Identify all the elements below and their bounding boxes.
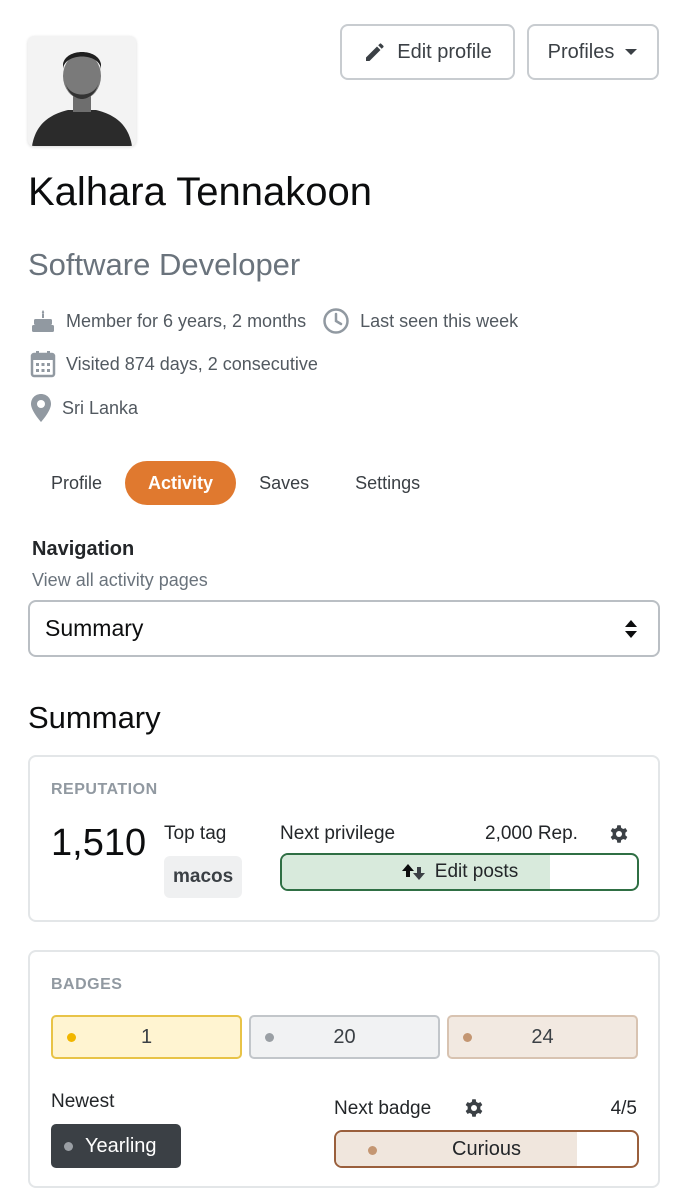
badges-label: BADGES bbox=[51, 976, 123, 993]
next-privilege-progress[interactable]: Edit posts bbox=[280, 853, 639, 891]
silver-badge-icon bbox=[265, 1033, 274, 1042]
profile-tabs: Profile Activity Saves Settings bbox=[28, 461, 443, 505]
next-privilege-name: Edit posts bbox=[434, 861, 519, 882]
location-pin-icon bbox=[31, 394, 51, 422]
select-arrows-icon bbox=[625, 620, 637, 638]
next-privilege-rep: 2,000 Rep. bbox=[485, 823, 578, 844]
reputation-value: 1,510 bbox=[51, 822, 147, 864]
newest-badge[interactable]: Yearling bbox=[51, 1124, 181, 1168]
newest-label: Newest bbox=[51, 1091, 115, 1112]
last-seen-text: Last seen this week bbox=[360, 310, 519, 331]
bronze-badge-value: 24 bbox=[531, 1025, 554, 1048]
bronze-badge-count[interactable]: 24 bbox=[447, 1015, 638, 1059]
summary-title: Summary bbox=[28, 700, 161, 735]
reputation-card: REPUTATION 1,510 Top tag macos Next priv… bbox=[28, 755, 660, 922]
user-name: Kalhara Tennakoon bbox=[28, 170, 372, 214]
navigation-select[interactable]: Summary bbox=[28, 600, 660, 657]
next-badge-count: 4/5 bbox=[610, 1098, 637, 1119]
next-badge-name: Curious bbox=[452, 1137, 521, 1160]
edit-profile-label: Edit profile bbox=[397, 40, 492, 63]
gear-icon[interactable] bbox=[463, 1097, 485, 1119]
caret-down-icon bbox=[625, 49, 638, 55]
arrows-up-down-icon bbox=[401, 864, 425, 880]
edit-profile-button[interactable]: Edit profile bbox=[340, 24, 515, 80]
top-tag-label: Top tag bbox=[164, 823, 227, 844]
gold-badge-value: 1 bbox=[140, 1025, 153, 1048]
user-title: Software Developer bbox=[28, 247, 301, 282]
tab-profile[interactable]: Profile bbox=[28, 461, 125, 505]
tab-saves[interactable]: Saves bbox=[236, 461, 332, 505]
navigation-subtitle: View all activity pages bbox=[32, 570, 208, 590]
visited-text: Visited 874 days, 2 consecutive bbox=[66, 353, 318, 374]
tab-activity[interactable]: Activity bbox=[125, 461, 237, 505]
navigation-select-value: Summary bbox=[45, 615, 144, 641]
tab-settings[interactable]: Settings bbox=[332, 461, 443, 505]
newest-badge-name: Yearling bbox=[85, 1134, 157, 1157]
pencil-icon bbox=[366, 43, 384, 61]
silver-badge-icon bbox=[64, 1141, 73, 1151]
navigation-title: Navigation bbox=[32, 538, 135, 560]
next-badge-progress[interactable]: Curious bbox=[334, 1130, 639, 1168]
top-tag[interactable]: macos bbox=[164, 856, 243, 898]
location-text: Sri Lanka bbox=[62, 397, 139, 418]
avatar bbox=[28, 36, 136, 146]
member-for: Member for 6 years, 2 months Last seen t… bbox=[30, 307, 518, 335]
next-privilege-label: Next privilege bbox=[280, 823, 396, 844]
gear-icon[interactable] bbox=[608, 823, 630, 845]
silver-badge-value: 20 bbox=[333, 1025, 356, 1048]
bronze-badge-icon bbox=[463, 1033, 472, 1042]
cake-icon bbox=[32, 310, 54, 332]
clock-icon bbox=[323, 308, 349, 334]
visited: Visited 874 days, 2 consecutive bbox=[30, 350, 318, 378]
profiles-dropdown-button[interactable]: Profiles bbox=[527, 24, 659, 80]
badges-card: BADGES 1 20 24 Newest Yearling Next badg… bbox=[28, 950, 660, 1188]
silver-badge-count[interactable]: 20 bbox=[249, 1015, 440, 1059]
next-badge-label: Next badge bbox=[334, 1098, 432, 1119]
profiles-label: Profiles bbox=[547, 40, 615, 63]
gold-badge-icon bbox=[67, 1033, 76, 1042]
gold-badge-count[interactable]: 1 bbox=[51, 1015, 242, 1059]
reputation-label: REPUTATION bbox=[51, 781, 158, 798]
location: Sri Lanka bbox=[30, 393, 138, 423]
member-for-text: Member for 6 years, 2 months bbox=[66, 310, 307, 331]
calendar-icon bbox=[30, 351, 56, 378]
